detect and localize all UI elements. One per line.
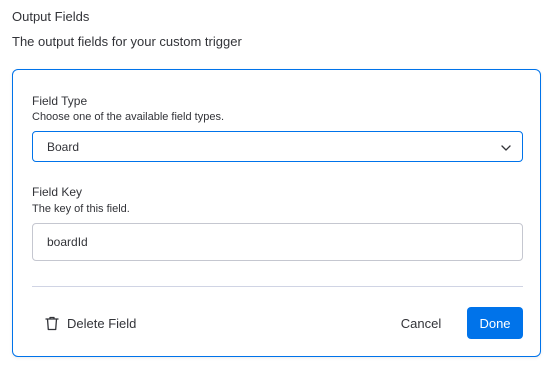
section-description: The output fields for your custom trigge… [12,34,242,49]
field-type-label: Field Type [32,94,88,108]
done-button[interactable]: Done [467,307,523,339]
section-title: Output Fields [12,9,90,24]
trash-icon [45,316,59,331]
chevron-down-icon [500,141,512,153]
field-type-select[interactable]: Board [32,131,523,162]
output-field-card: Field Type Choose one of the available f… [12,69,541,357]
field-type-help: Choose one of the available field types. [32,111,225,123]
field-key-input[interactable] [32,223,523,261]
field-type-selected-value: Board [47,140,80,154]
field-key-label: Field Key [32,185,83,199]
field-key-help: The key of this field. [32,203,130,215]
delete-field-button[interactable]: Delete Field [45,313,136,333]
delete-field-label: Delete Field [67,315,137,331]
divider [32,286,523,287]
cancel-button[interactable]: Cancel [390,307,452,339]
page: Output Fields The output fields for your… [0,0,558,369]
